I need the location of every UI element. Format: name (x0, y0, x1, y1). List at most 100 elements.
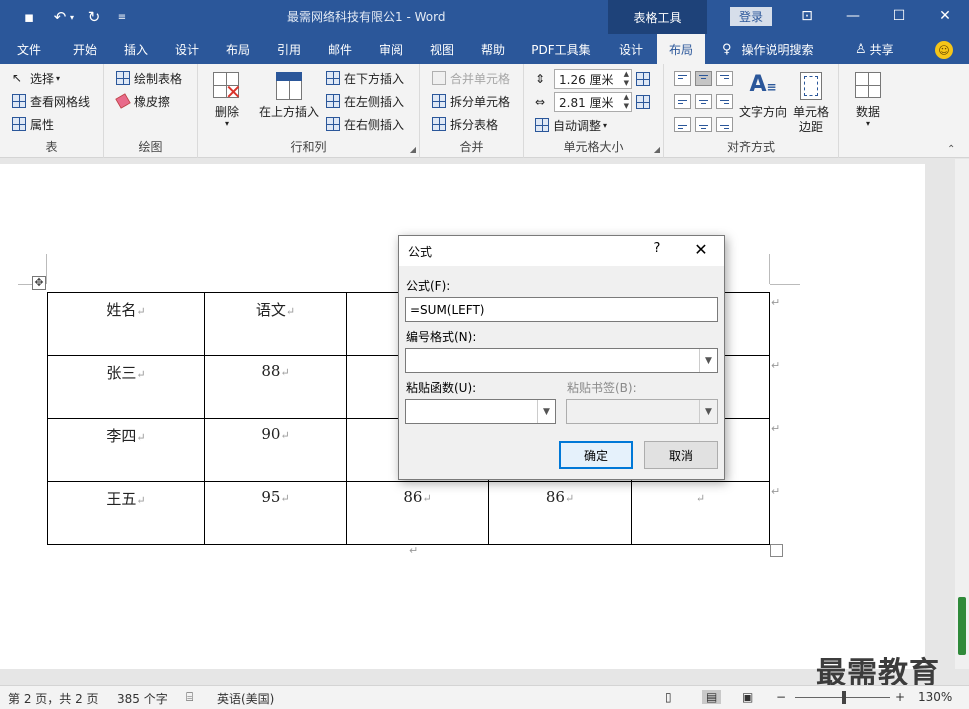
align-top-left-icon[interactable] (674, 71, 691, 86)
paste-bookmark-select[interactable]: ▼ (566, 399, 718, 424)
close-window-icon[interactable]: ✕ (928, 4, 962, 28)
spin-arrows-icon[interactable]: ▲ ▼ (624, 93, 629, 111)
table-cell[interactable]: 王五↵ (47, 481, 205, 545)
word-count[interactable]: 385 个字 (117, 690, 168, 707)
save-icon[interactable]: ▪ (17, 6, 41, 28)
print-layout-icon[interactable]: ▤ (702, 690, 722, 704)
autofit-button[interactable]: 自动调整 ▾ (535, 115, 607, 135)
spin-arrows-icon[interactable]: ▲ ▼ (624, 70, 629, 88)
zoom-out-icon[interactable]: − (776, 690, 786, 704)
tab-pdf-tools[interactable]: PDF工具集 (526, 34, 596, 64)
align-center-icon[interactable] (695, 94, 712, 109)
read-mode-icon[interactable]: ▯ (665, 690, 672, 704)
table-cell[interactable]: 88↵ (204, 355, 347, 419)
tab-help[interactable]: 帮助 (470, 34, 516, 64)
table-cell[interactable]: 86↵ (346, 481, 489, 545)
view-gridlines-button[interactable]: 查看网格线 (12, 91, 90, 111)
table-cell[interactable]: 姓名↵ (47, 292, 205, 356)
align-bottom-center-icon[interactable] (695, 117, 712, 132)
eraser-button[interactable]: 橡皮擦 (115, 91, 170, 111)
chevron-down-icon[interactable]: ▼ (699, 400, 717, 423)
align-center-right-icon[interactable] (716, 94, 733, 109)
table-resize-handle[interactable] (770, 544, 783, 557)
table-move-handle-icon[interactable]: ✥ (32, 276, 46, 290)
chevron-down-icon[interactable]: ▼ (537, 400, 555, 423)
cancel-button[interactable]: 取消 (644, 441, 718, 469)
end-of-row-mark: ↵ (771, 296, 781, 309)
tab-view[interactable]: 视图 (419, 34, 465, 64)
ribbon-display-options-icon[interactable]: ⊡ (790, 4, 824, 28)
cell-margins-button[interactable]: 单元格 边距 (788, 70, 834, 135)
table-cell[interactable]: 90↵ (204, 418, 347, 482)
tab-references[interactable]: 引用 (266, 34, 312, 64)
close-icon[interactable]: ✕ (689, 240, 713, 262)
select-button[interactable]: ↖ 选择 ▾ (12, 68, 60, 88)
maximize-icon[interactable]: ☐ (882, 4, 916, 28)
tell-me-search[interactable]: ♀ 操作说明搜索 (722, 34, 814, 64)
chevron-down-icon[interactable]: ▼ (699, 349, 717, 372)
redo-icon[interactable]: ↻ (82, 6, 106, 28)
align-bottom-left-icon[interactable] (674, 117, 691, 132)
undo-dropdown-icon[interactable]: ▾ (66, 6, 78, 28)
table-cell[interactable]: 张三↵ (47, 355, 205, 419)
tab-insert[interactable]: 插入 (113, 34, 159, 64)
tab-file[interactable]: 文件 (6, 34, 52, 64)
align-bottom-right-icon[interactable] (716, 117, 733, 132)
table-cell[interactable]: 李四↵ (47, 418, 205, 482)
tab-home[interactable]: 开始 (62, 34, 108, 64)
formula-input[interactable] (405, 297, 718, 322)
paste-function-select[interactable]: ▼ (405, 399, 556, 424)
column-width-input[interactable]: 2.81 厘米 ▲ ▼ (554, 92, 632, 112)
proofing-icon[interactable]: ⌸ (186, 690, 193, 705)
help-icon[interactable]: ? (649, 241, 665, 261)
minimize-icon[interactable]: — (836, 4, 870, 28)
zoom-slider-thumb[interactable] (842, 691, 846, 704)
web-layout-icon[interactable]: ▣ (742, 690, 753, 704)
draw-table-button[interactable]: 绘制表格 (116, 68, 182, 88)
align-top-center-icon[interactable] (695, 71, 712, 86)
distribute-rows-icon[interactable] (636, 72, 650, 86)
tab-mailings[interactable]: 邮件 (317, 34, 363, 64)
table-cell[interactable]: 95↵ (204, 481, 347, 545)
crop-mark (770, 284, 800, 285)
customize-qat-icon[interactable]: ≡ (110, 6, 134, 28)
collapse-ribbon-icon[interactable]: ⌃ (947, 144, 955, 155)
tab-review[interactable]: 审阅 (368, 34, 414, 64)
tab-table-layout[interactable]: 布局 (657, 34, 705, 64)
dialog-launcher-icon[interactable]: ◢ (410, 145, 416, 154)
zoom-in-icon[interactable]: + (895, 690, 905, 704)
login-button[interactable]: 登录 (730, 7, 772, 26)
language-indicator[interactable]: 英语(美国) (217, 690, 274, 707)
insert-below-button[interactable]: 在下方插入 (326, 68, 404, 88)
scrollbar-thumb[interactable] (958, 597, 966, 655)
zoom-level[interactable]: 130% (918, 690, 952, 704)
distribute-columns-icon[interactable] (636, 95, 650, 109)
split-table-button[interactable]: 拆分表格 (432, 114, 498, 134)
split-cells-button[interactable]: 拆分单元格 (432, 91, 510, 111)
table-cell[interactable]: 86↵ (488, 481, 632, 545)
share-button[interactable]: ♙ 共享 (855, 34, 894, 64)
delete-button[interactable]: ✕ 删除 ▾ (210, 70, 244, 128)
tab-layout[interactable]: 布局 (215, 34, 261, 64)
merge-cells-button[interactable]: 合并单元格 (432, 68, 510, 88)
vertical-scrollbar[interactable] (955, 159, 969, 669)
insert-left-button[interactable]: 在左侧插入 (326, 91, 404, 111)
ok-button[interactable]: 确定 (559, 441, 633, 469)
properties-button[interactable]: 属性 (12, 114, 54, 134)
feedback-smiley-icon[interactable]: ☺ (935, 41, 953, 59)
dialog-titlebar[interactable]: 公式 ? ✕ (399, 236, 724, 266)
align-top-right-icon[interactable] (716, 71, 733, 86)
table-cell[interactable]: ↵ (631, 481, 770, 545)
number-format-select[interactable]: ▼ (405, 348, 718, 373)
table-cell[interactable]: 语文↵ (204, 292, 347, 356)
tab-table-design[interactable]: 设计 (608, 34, 654, 64)
text-direction-button[interactable]: A≡ 文字方向 (738, 70, 788, 120)
insert-above-button[interactable]: 在上方插入 (256, 70, 322, 120)
row-height-input[interactable]: 1.26 厘米 ▲ ▼ (554, 69, 632, 89)
dialog-launcher-icon[interactable]: ◢ (654, 145, 660, 154)
insert-right-button[interactable]: 在右侧插入 (326, 114, 404, 134)
tab-design[interactable]: 设计 (164, 34, 210, 64)
data-button[interactable]: 数据 ▾ (849, 70, 887, 128)
page-count[interactable]: 第 2 页，共 2 页 (8, 690, 99, 707)
align-center-left-icon[interactable] (674, 94, 691, 109)
